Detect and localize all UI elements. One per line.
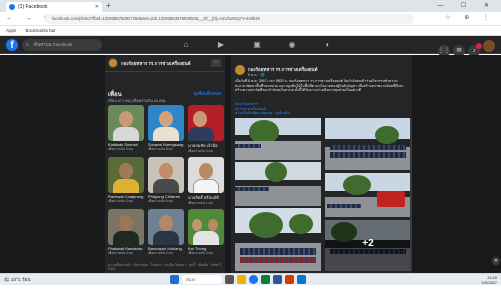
friend-mutual: เพื่อนร่วมกัน 6 คน	[148, 199, 173, 203]
browser-tab[interactable]: (1) Facebook ✕	[6, 2, 102, 12]
friend-card[interactable]: นายสมชัย เจ้ามือ เพื่อนร่วมกัน 3 คน	[188, 105, 224, 154]
post-photo[interactable]	[235, 162, 321, 206]
gaming-icon[interactable]: ◐	[322, 39, 334, 51]
edge-icon[interactable]	[297, 275, 306, 284]
friends-count: เพื่อน 671 คน (เพื่อนร่วมกัน 44 คน)	[108, 99, 166, 103]
post-photo[interactable]	[235, 118, 321, 160]
friend-mutual: เพื่อนร่วมกัน 3 คน	[188, 149, 213, 153]
page-header: กองร้อยทหาร รร.การช่างเครื่องยนต์ ···	[105, 55, 225, 72]
friend-card[interactable]: Kai Thong เพื่อนร่วมกัน 3 คน	[188, 209, 224, 256]
file-explorer-icon[interactable]	[237, 275, 246, 284]
friend-photo[interactable]	[108, 209, 144, 245]
facebook-search-input[interactable]: ⌕ ค้นหาบน Facebook	[22, 39, 102, 51]
system-tray[interactable]: 13:49 9/5/2567	[481, 275, 497, 285]
friend-card[interactable]: Kiattisak Sorinsri เพื่อนร่วมกัน 5 คน	[108, 105, 144, 152]
more-options-icon[interactable]: ···	[211, 59, 221, 67]
friend-name[interactable]: นายสิทธิ์ ศรีสมบัติ	[188, 194, 224, 201]
friend-mutual: เพื่อนร่วมกัน 4 คน	[108, 251, 133, 255]
excel-icon[interactable]	[261, 275, 270, 284]
windows-taskbar: 🌤 33°C ร้อน ค้นหา 13:49 9/5/2567	[0, 273, 501, 285]
address-bar-icons[interactable]: ☆ ⊕ ⋮	[445, 14, 495, 21]
friend-card[interactable]: Bannapon Koklang เพื่อนร่วมกัน 2 คน	[148, 209, 184, 256]
post-photo[interactable]: +2	[325, 220, 411, 271]
powerpoint-icon[interactable]	[285, 275, 294, 284]
weather-widget[interactable]: 🌤 33°C ร้อน	[4, 276, 30, 283]
post-card: กองร้อยทหาร รร.การช่างเครื่องยนต์ 8 พ.ค.…	[231, 55, 412, 273]
friend-name[interactable]: นายสมชัย เจ้ามือ	[188, 142, 224, 149]
post-photo[interactable]	[325, 118, 411, 170]
friend-mutual: เพื่อนร่วมกัน 8 คน	[148, 147, 173, 151]
facebook-logo-icon[interactable]: f	[6, 39, 18, 51]
footer-links[interactable]: ความเป็นส่วนตัว · ข้อกำหนด · โฆษณา · ตัว…	[108, 263, 225, 271]
friend-photo[interactable]	[148, 105, 184, 141]
photo-scrollbar[interactable]	[410, 118, 412, 268]
friend-photo[interactable]	[108, 105, 144, 141]
search-icon: ⌕	[26, 42, 29, 48]
author-avatar[interactable]	[235, 65, 245, 75]
browser-tabbar: (1) Facebook ✕ + — ☐ ✕	[0, 0, 501, 12]
tab-title: (1) Facebook	[18, 4, 48, 10]
watch-icon[interactable]: ▶	[215, 39, 227, 51]
more-photos-count: +2	[362, 238, 374, 249]
task-view-icon[interactable]	[225, 275, 234, 284]
home-icon[interactable]: ⌂	[180, 39, 192, 51]
address-bar-row: ← → ⟳ ⌂ facebook.com/photo/?fbid=1029385…	[0, 12, 501, 26]
post-photo[interactable]	[235, 208, 321, 271]
friend-photo[interactable]	[108, 157, 144, 193]
new-tab-button[interactable]: +	[106, 1, 111, 10]
page-avatar[interactable]	[108, 58, 118, 68]
date: 9/5/2567	[481, 280, 497, 285]
friend-mutual: เพื่อนร่วมกัน 3 คน	[188, 251, 213, 255]
post-hashtags: #กองร้อยทหาร #การช่างเครื่องยนต์ #ร่วมมื…	[235, 102, 290, 116]
word-icon[interactable]	[273, 275, 282, 284]
friend-mutual: เพื่อนร่วมกัน 2 คน	[108, 199, 133, 203]
profile-avatar[interactable]	[483, 40, 495, 52]
facebook-header: f ⌕ ค้นหาบน Facebook ⌂ ▶ ▣ ◉ ◐ ⋮⋮ ✉ ♪	[0, 36, 501, 57]
chrome-icon[interactable]	[249, 275, 258, 284]
friend-photo[interactable]	[188, 157, 224, 193]
marketplace-icon[interactable]: ▣	[251, 39, 263, 51]
post-date[interactable]: 8 พ.ค. · 🌐	[248, 72, 265, 78]
friend-card[interactable]: Phitpong Chitaree เพื่อนร่วมกัน 6 คน	[148, 157, 184, 204]
friend-mutual: เพื่อนร่วมกัน 1 คน	[188, 201, 213, 205]
profile-left-column: กองร้อยทหาร รร.การช่างเครื่องยนต์ ··· เพ…	[105, 55, 225, 273]
more-photos-overlay[interactable]: +2	[325, 220, 411, 271]
post-photo[interactable]	[325, 173, 411, 217]
window-controls[interactable]: — ☐ ✕	[437, 0, 497, 12]
bookmark-bar-label[interactable]: Bookmarks bar	[26, 28, 56, 33]
friend-mutual: เพื่อนร่วมกัน 5 คน	[108, 147, 133, 151]
facebook-favicon-icon	[9, 4, 15, 10]
bookmarks-bar: Apps Bookmarks bar	[0, 26, 501, 36]
hashtag[interactable]: #ร่วมมือกันพัฒนาชุมชน · ดูเพิ่มเติม	[235, 111, 290, 116]
groups-icon[interactable]: ◉	[286, 39, 298, 51]
post-text: เมื่อวันที่ 8 พ.ค. 2567 เวลา 0800 น. กอง…	[235, 79, 404, 93]
bookmark-apps[interactable]: Apps	[6, 28, 16, 33]
friend-photo[interactable]	[188, 209, 224, 245]
start-icon[interactable]	[170, 275, 179, 284]
taskbar-search[interactable]: ค้นหา	[182, 275, 222, 284]
friend-photo[interactable]	[148, 157, 184, 193]
notification-badge	[476, 43, 482, 49]
friend-card[interactable]: Rachwat Chatprang เพื่อนร่วมกัน 2 คน	[108, 157, 144, 204]
friend-mutual: เพื่อนร่วมกัน 2 คน	[148, 251, 173, 255]
see-all-friends-link[interactable]: ดูเพื่อนทั้งหมด	[194, 90, 221, 97]
url-input[interactable]: facebook.com/photo/?fbid=102938575092735…	[44, 14, 414, 24]
close-icon[interactable]: ✕	[492, 257, 500, 265]
search-placeholder: ค้นหาบน Facebook	[34, 42, 73, 47]
friend-photo[interactable]	[188, 105, 224, 141]
post-photo-grid: +2	[235, 118, 411, 271]
page-name[interactable]: กองร้อยทหาร รร.การช่างเครื่องยนต์	[121, 60, 191, 67]
friend-card[interactable]: นายสิทธิ์ ศรีสมบัติ เพื่อนร่วมกัน 1 คน	[188, 157, 224, 206]
friend-photo[interactable]	[148, 209, 184, 245]
friend-card[interactable]: Phakawit Kaewkaw เพื่อนร่วมกัน 4 คน	[108, 209, 144, 256]
close-tab-icon[interactable]: ✕	[95, 2, 99, 12]
taskbar-apps: ค้นหา	[170, 275, 309, 293]
friend-card[interactable]: Suvarat Nuengsang เพื่อนร่วมกัน 8 คน	[148, 105, 184, 152]
